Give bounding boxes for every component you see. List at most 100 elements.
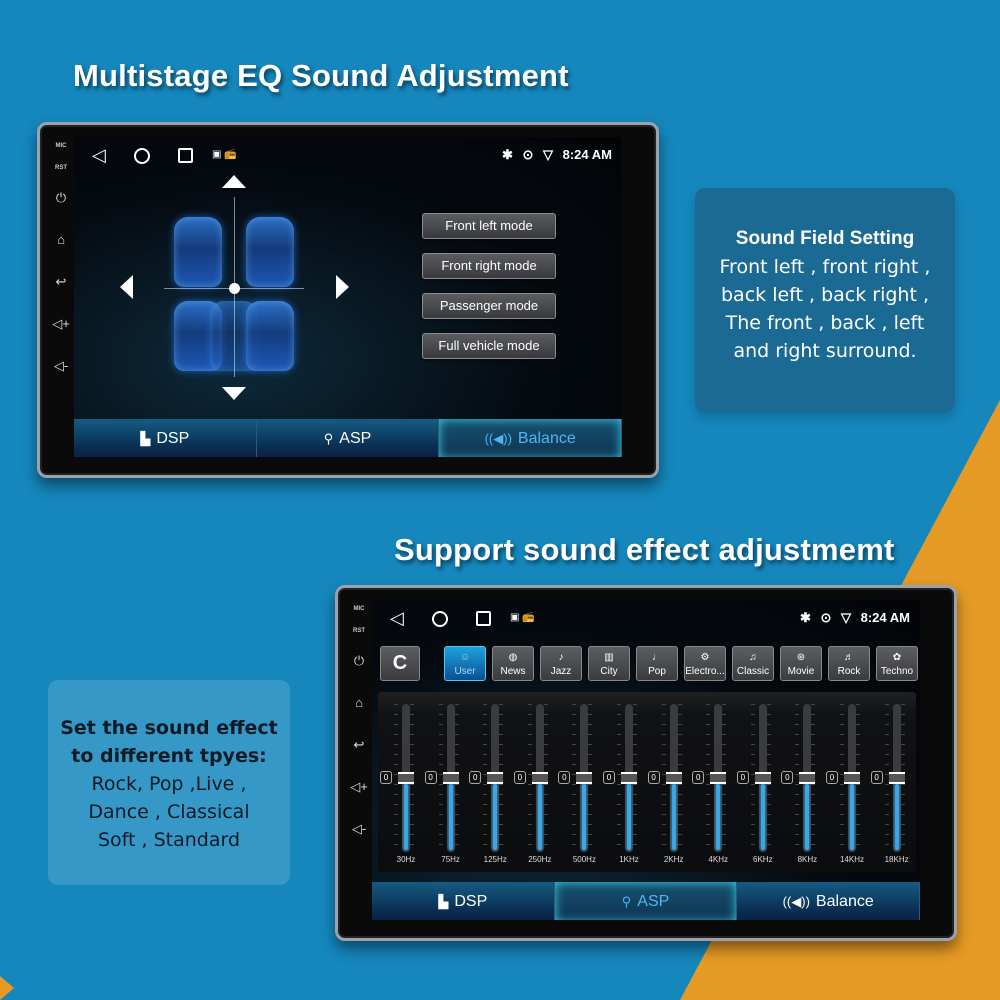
- eq-value-badge: 0: [424, 771, 437, 784]
- preset-row: C ☺ User ◍ News ♪ Jazz ▥ City ♩ Pop ⚙ Electro... ♫ Cl…: [380, 646, 918, 682]
- tab-asp[interactable]: ⚲ ASP: [554, 882, 738, 920]
- radio-icon: 📻: [522, 612, 535, 623]
- eq-slider-fill: [805, 784, 810, 850]
- preset-rock[interactable]: ♬ Rock: [828, 646, 870, 681]
- eq-slider-thumb[interactable]: [710, 772, 727, 784]
- balance-up-arrow-icon[interactable]: [222, 175, 246, 188]
- eq-frequency-label: 125Hz: [483, 855, 507, 864]
- eq-frequency-label: 4KHz: [708, 855, 728, 864]
- nav-back-icon[interactable]: ◁: [390, 608, 404, 629]
- preset-label: City: [600, 666, 618, 677]
- preset-movie[interactable]: ⊛ Movie: [780, 646, 822, 681]
- volume-up-icon[interactable]: ◁+: [344, 772, 374, 814]
- eq-band: 0 8KHz: [781, 692, 825, 872]
- info-line: back left , back right ,: [721, 284, 929, 306]
- preset-pop[interactable]: ♩ Pop: [636, 646, 678, 681]
- eq-value-badge: 0: [603, 771, 615, 784]
- balance-down-arrow-icon[interactable]: [222, 387, 246, 400]
- balance-left-arrow-icon[interactable]: [120, 275, 133, 299]
- tab-balance[interactable]: ((◀)) Balance: [737, 882, 920, 920]
- power-icon[interactable]: ⏻: [344, 646, 374, 688]
- preset-news[interactable]: ◍ News: [492, 646, 534, 681]
- eq-slider-thumb[interactable]: [398, 772, 414, 784]
- eq-frequency-label: 250Hz: [528, 855, 552, 864]
- eq-slider-thumb[interactable]: [844, 772, 860, 784]
- eq-slider-thumb[interactable]: [665, 772, 682, 784]
- seat-map[interactable]: [164, 197, 304, 377]
- eq-slider-thumb[interactable]: [621, 772, 637, 784]
- preset-user[interactable]: ☺ User: [444, 646, 486, 681]
- eq-band: 0 500Hz: [558, 692, 602, 872]
- eq-band: 0 4KHz: [692, 692, 736, 872]
- preset-electro[interactable]: ⚙ Electro...: [684, 646, 726, 681]
- clock: 8:24 AM: [860, 610, 910, 625]
- preset-classic[interactable]: ♫ Classic: [732, 646, 774, 681]
- nav-back-icon[interactable]: ◁: [92, 145, 106, 166]
- volume-down-icon[interactable]: ◁-: [344, 814, 374, 856]
- gallery-icon: ▣: [212, 149, 222, 160]
- front-right-mode-button[interactable]: Front right mode: [422, 253, 556, 279]
- rst-label[interactable]: RST: [46, 161, 76, 183]
- eq-slider-thumb[interactable]: [754, 772, 771, 784]
- eq-slider-fill: [850, 784, 854, 850]
- preset-jazz[interactable]: ♪ Jazz: [540, 646, 582, 681]
- eq-slider-thumb[interactable]: [576, 772, 593, 784]
- eq-frequency-label: 1KHz: [619, 855, 639, 864]
- nav-recent-apps-icon[interactable]: [476, 611, 491, 626]
- nav-home-icon[interactable]: [432, 611, 448, 627]
- eq-band: 0 125Hz: [469, 692, 513, 872]
- saxophone-icon: ♪: [558, 652, 564, 663]
- balance-right-arrow-icon[interactable]: [336, 275, 349, 299]
- power-icon[interactable]: ⏻: [46, 183, 76, 225]
- rst-label[interactable]: RST: [344, 624, 374, 646]
- eq-slider-fill: [582, 784, 587, 850]
- equalizer-bars-icon: ▙: [140, 431, 151, 446]
- eq-slider-thumb[interactable]: [442, 772, 459, 784]
- nav-recent-apps-icon[interactable]: [178, 148, 193, 163]
- preset-label: News: [500, 666, 526, 677]
- passenger-mode-button[interactable]: Passenger mode: [422, 293, 556, 319]
- home-icon[interactable]: ⌂: [46, 225, 76, 267]
- head-unit-balance: MIC RST ⏻ ⌂ ↩ ◁+ ◁- ◁ ▣ 📻 ✱ ⊙ ▽ 8:24 AM: [37, 122, 659, 478]
- info-line: Soft , Standard: [97, 829, 241, 851]
- eq-slider-thumb[interactable]: [487, 772, 504, 784]
- eq-slider-thumb[interactable]: [799, 772, 816, 784]
- info-line: The front , back , left: [725, 312, 925, 334]
- tab-dsp[interactable]: ▙ DSP: [372, 882, 555, 920]
- volume-down-icon[interactable]: ◁-: [46, 351, 76, 393]
- eq-band: 0 14KHz: [826, 692, 870, 872]
- eq-slider-fill: [627, 784, 631, 850]
- eq-slider-thumb[interactable]: [888, 772, 905, 784]
- tab-label: DSP: [156, 430, 190, 447]
- home-icon[interactable]: ⌂: [344, 688, 374, 730]
- tab-label: DSP: [454, 893, 488, 910]
- back-icon[interactable]: ↩: [46, 267, 76, 309]
- preset-city[interactable]: ▥ City: [588, 646, 630, 681]
- mic-label: MIC: [353, 606, 365, 612]
- eq-band: 0 2KHz: [647, 692, 692, 872]
- side-keys: MIC RST ⏻ ⌂ ↩ ◁+ ◁-: [344, 602, 374, 856]
- sliders-icon: ⚲: [621, 894, 632, 909]
- nav-home-icon[interactable]: [134, 148, 150, 164]
- reset-button[interactable]: C: [380, 646, 420, 681]
- building-icon: ▥: [604, 652, 614, 663]
- eq-frequency-label: 30Hz: [396, 855, 416, 864]
- volume-up-icon[interactable]: ◁+: [46, 309, 76, 351]
- tab-asp[interactable]: ⚲ ASP: [256, 419, 440, 457]
- back-icon[interactable]: ↩: [344, 730, 374, 772]
- eq-frequency-label: 8KHz: [797, 855, 818, 864]
- tab-dsp[interactable]: ▙ DSP: [74, 419, 257, 457]
- full-vehicle-mode-button[interactable]: Full vehicle mode: [422, 333, 556, 359]
- seat-icon: [174, 217, 222, 287]
- preset-techno[interactable]: ✿ Techno: [876, 646, 918, 681]
- balance-point-handle[interactable]: [229, 283, 240, 294]
- front-left-mode-button[interactable]: Front left mode: [422, 213, 556, 239]
- wifi-icon: ▽: [543, 147, 553, 162]
- preset-label: Techno: [880, 666, 914, 677]
- eq-frequency-label: 18KHz: [884, 855, 909, 864]
- eq-slider-fill: [493, 784, 498, 850]
- eq-slider-thumb[interactable]: [531, 772, 548, 784]
- tab-balance[interactable]: ((◀)) Balance: [439, 419, 622, 457]
- location-icon: ⊙: [820, 610, 832, 625]
- info-title: Sound Field Setting: [735, 228, 915, 249]
